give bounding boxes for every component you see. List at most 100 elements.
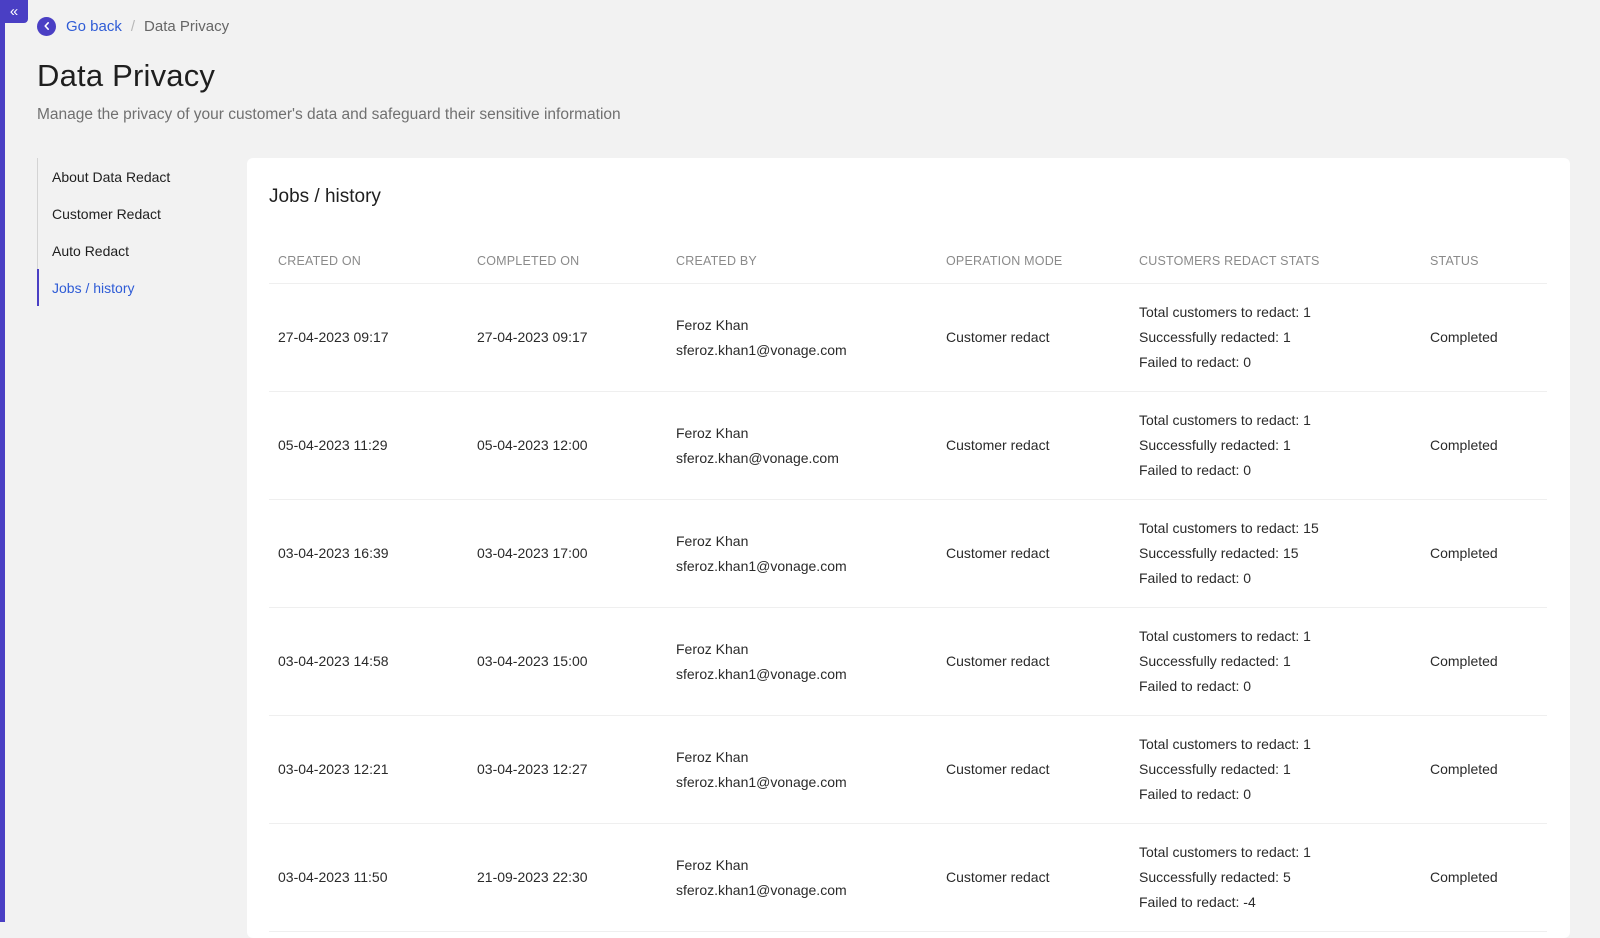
stat-total: Total customers to redact: 1 <box>1139 736 1311 752</box>
left-rail <box>0 0 5 922</box>
creator-name: Feroz Khan <box>676 424 749 441</box>
cell-completed-on: 05-04-2023 12:00 <box>477 437 588 453</box>
stat-total: Total customers to redact: 15 <box>1139 520 1319 536</box>
cell-created-by: Feroz Khan sferoz.khan1@vonage.com <box>667 313 937 363</box>
go-back-link[interactable]: Go back <box>66 18 122 35</box>
chevron-left-icon <box>43 22 49 30</box>
double-chevron-left-icon: « <box>9 3 19 20</box>
sidebar-item-jobs-history[interactable]: Jobs / history <box>37 269 218 306</box>
creator-email: sferoz.khan1@vonage.com <box>676 881 847 898</box>
creator-email: sferoz.khan1@vonage.com <box>676 665 847 682</box>
breadcrumb: Go back / Data Privacy <box>37 16 229 36</box>
collapse-sidebar-button[interactable]: « <box>0 0 28 23</box>
cell-redact-stats: Total customers to redact: 1 Successfull… <box>1130 840 1421 915</box>
sidebar-item-label: Customer Redact <box>52 205 161 222</box>
side-nav: About Data Redact Customer Redact Auto R… <box>37 158 218 306</box>
cell-status: Completed <box>1430 437 1498 453</box>
cell-created-by: Feroz Khan sferoz.khan1@vonage.com <box>667 745 937 795</box>
column-header-completed-on: COMPLETED ON <box>477 253 580 268</box>
cell-created-by: Feroz Khan sferoz.khan1@vonage.com <box>667 529 937 579</box>
page-subtitle: Manage the privacy of your customer's da… <box>37 106 621 123</box>
cell-created-on: 27-04-2023 09:17 <box>278 329 389 345</box>
cell-operation-mode: Customer redact <box>946 437 1050 453</box>
table-header: CREATED ON COMPLETED ON CREATED BY OPERA… <box>269 238 1547 284</box>
cell-completed-on: 03-04-2023 17:00 <box>477 545 588 561</box>
cell-created-by: Feroz Khan sferoz.khan1@vonage.com <box>667 853 937 903</box>
cell-operation-mode: Customer redact <box>946 329 1050 345</box>
cell-created-on: 05-04-2023 11:29 <box>278 437 388 453</box>
creator-name: Feroz Khan <box>676 856 749 873</box>
table-row: 03-04-2023 11:50 21-09-2023 22:30 Feroz … <box>269 824 1547 932</box>
card-title: Jobs / history <box>269 186 381 207</box>
cell-status: Completed <box>1430 329 1498 345</box>
stat-success: Successfully redacted: 1 <box>1139 653 1291 669</box>
creator-email: sferoz.khan1@vonage.com <box>676 773 847 790</box>
cell-created-on: 03-04-2023 14:58 <box>278 653 389 669</box>
jobs-history-card: Jobs / history CREATED ON COMPLETED ON C… <box>247 158 1570 938</box>
creator-name: Feroz Khan <box>676 316 749 333</box>
stat-total: Total customers to redact: 1 <box>1139 304 1311 320</box>
column-header-created-by: CREATED BY <box>676 253 757 268</box>
stat-success: Successfully redacted: 15 <box>1139 545 1299 561</box>
cell-operation-mode: Customer redact <box>946 653 1050 669</box>
cell-status: Completed <box>1430 653 1498 669</box>
stat-failed: Failed to redact: 0 <box>1139 786 1252 802</box>
stat-success: Successfully redacted: 1 <box>1139 761 1291 777</box>
table-row: 05-04-2023 11:29 05-04-2023 12:00 Feroz … <box>269 392 1547 500</box>
cell-redact-stats: Total customers to redact: 1 Successfull… <box>1130 732 1421 807</box>
stat-total: Total customers to redact: 1 <box>1139 628 1311 644</box>
stat-total: Total customers to redact: 1 <box>1139 844 1311 860</box>
sidebar-item-about-data-redact[interactable]: About Data Redact <box>38 158 218 195</box>
breadcrumb-current: Data Privacy <box>144 17 230 35</box>
cell-completed-on: 27-04-2023 09:17 <box>477 329 588 345</box>
stat-success: Successfully redacted: 1 <box>1139 329 1291 345</box>
column-header-created-on: CREATED ON <box>278 253 362 268</box>
sidebar-item-customer-redact[interactable]: Customer Redact <box>38 195 218 232</box>
stat-failed: Failed to redact: 0 <box>1139 354 1252 370</box>
table-row: 27-04-2023 09:17 27-04-2023 09:17 Feroz … <box>269 284 1547 392</box>
sidebar-item-label: Auto Redact <box>52 242 130 259</box>
table-row: 03-04-2023 12:21 03-04-2023 12:27 Feroz … <box>269 716 1547 824</box>
stat-failed: Failed to redact: 0 <box>1139 570 1252 586</box>
cell-status: Completed <box>1430 761 1498 777</box>
creator-name: Feroz Khan <box>676 640 749 657</box>
cell-completed-on: 21-09-2023 22:30 <box>477 869 588 885</box>
sidebar-item-label: Jobs / history <box>52 279 135 296</box>
sidebar-item-label: About Data Redact <box>52 168 171 185</box>
creator-email: sferoz.khan@vonage.com <box>676 449 839 466</box>
stat-failed: Failed to redact: 0 <box>1139 462 1252 478</box>
column-header-status: STATUS <box>1430 253 1479 268</box>
cell-status: Completed <box>1430 869 1498 885</box>
creator-email: sferoz.khan1@vonage.com <box>676 557 847 574</box>
jobs-table: CREATED ON COMPLETED ON CREATED BY OPERA… <box>269 238 1547 932</box>
cell-redact-stats: Total customers to redact: 1 Successfull… <box>1130 300 1421 375</box>
breadcrumb-separator: / <box>130 17 136 35</box>
cell-completed-on: 03-04-2023 15:00 <box>477 653 588 669</box>
stat-failed: Failed to redact: 0 <box>1139 678 1252 694</box>
cell-status: Completed <box>1430 545 1498 561</box>
creator-name: Feroz Khan <box>676 748 749 765</box>
cell-created-on: 03-04-2023 12:21 <box>278 761 389 777</box>
cell-completed-on: 03-04-2023 12:27 <box>477 761 588 777</box>
stat-success: Successfully redacted: 1 <box>1139 437 1291 453</box>
creator-email: sferoz.khan1@vonage.com <box>676 341 847 358</box>
cell-redact-stats: Total customers to redact: 1 Successfull… <box>1130 408 1421 483</box>
cell-created-on: 03-04-2023 11:50 <box>278 869 388 885</box>
cell-operation-mode: Customer redact <box>946 869 1050 885</box>
table-row: 03-04-2023 14:58 03-04-2023 15:00 Feroz … <box>269 608 1547 716</box>
stat-success: Successfully redacted: 5 <box>1139 869 1291 885</box>
back-button[interactable] <box>37 16 56 36</box>
stat-total: Total customers to redact: 1 <box>1139 412 1311 428</box>
cell-redact-stats: Total customers to redact: 15 Successful… <box>1130 516 1421 591</box>
sidebar-item-auto-redact[interactable]: Auto Redact <box>38 232 218 269</box>
cell-created-by: Feroz Khan sferoz.khan@vonage.com <box>667 421 937 471</box>
cell-redact-stats: Total customers to redact: 1 Successfull… <box>1130 624 1421 699</box>
stat-failed: Failed to redact: -4 <box>1139 894 1256 910</box>
creator-name: Feroz Khan <box>676 532 749 549</box>
page-title: Data Privacy <box>37 58 216 93</box>
cell-created-on: 03-04-2023 16:39 <box>278 545 389 561</box>
column-header-redact-stats: CUSTOMERS REDACT STATS <box>1139 253 1320 268</box>
table-row: 03-04-2023 16:39 03-04-2023 17:00 Feroz … <box>269 500 1547 608</box>
column-header-operation-mode: OPERATION MODE <box>946 253 1063 268</box>
cell-created-by: Feroz Khan sferoz.khan1@vonage.com <box>667 637 937 687</box>
